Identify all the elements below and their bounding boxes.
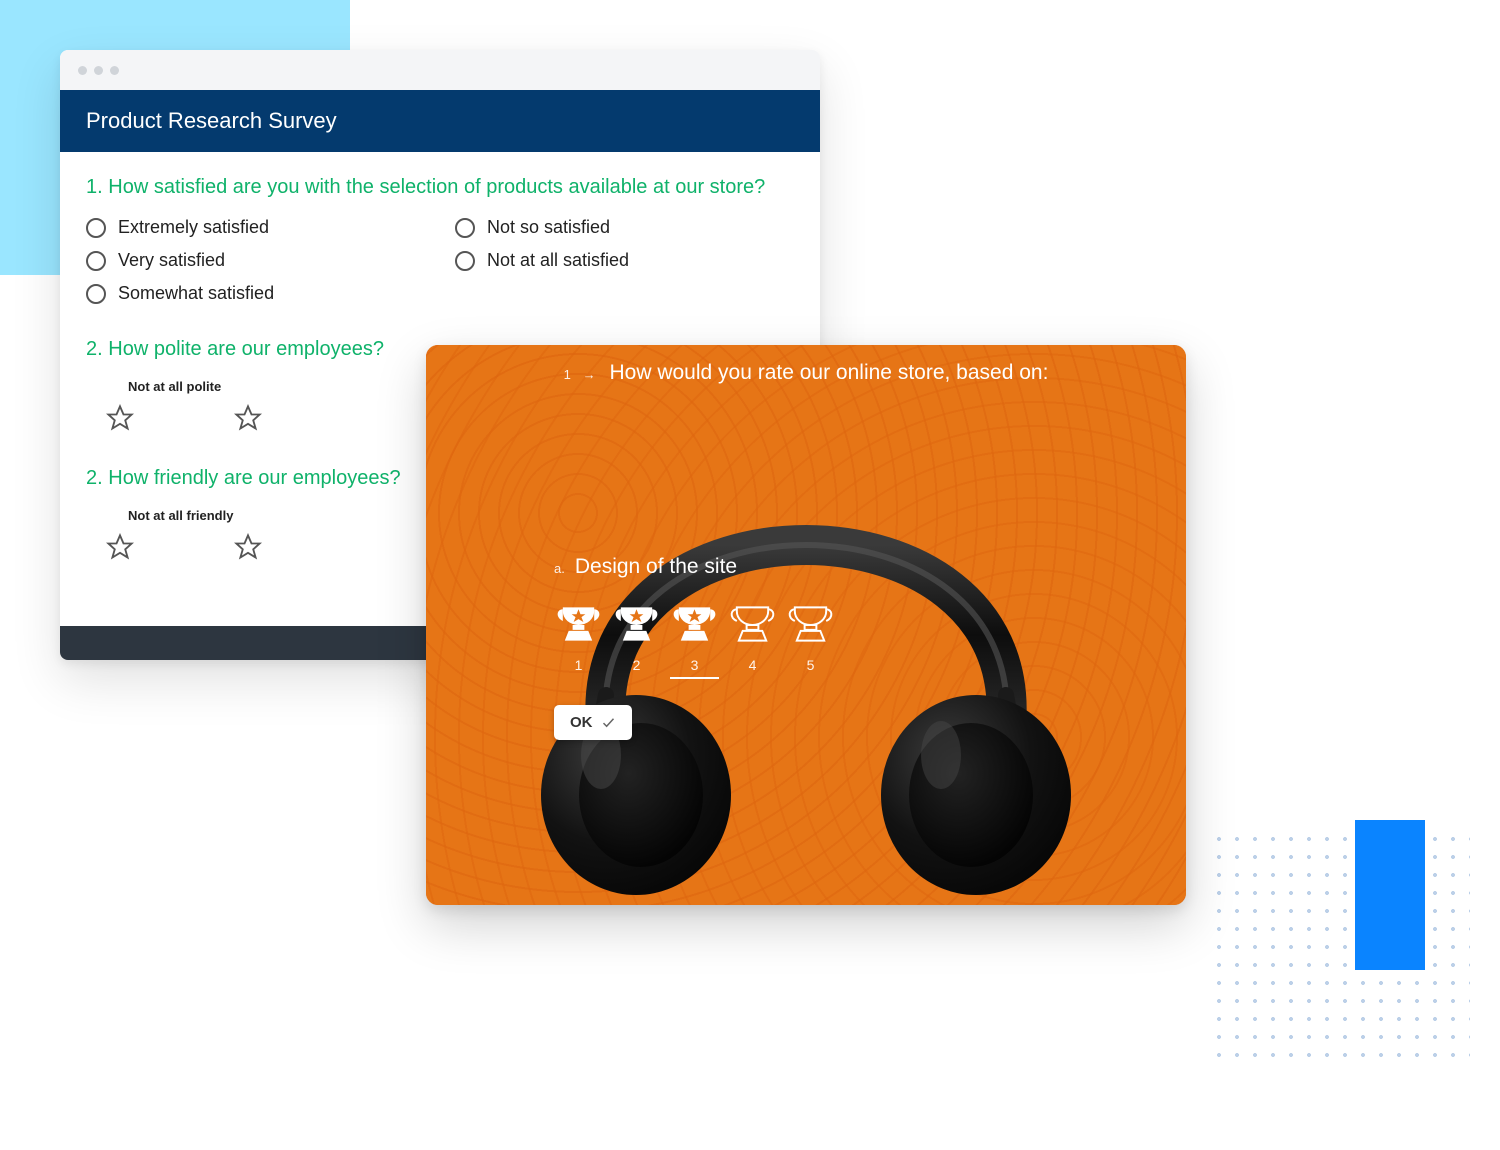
question-number: 1: [564, 367, 571, 382]
trophy-label: 2: [612, 657, 661, 679]
option-label: Extremely satisfied: [118, 217, 269, 238]
star-icon[interactable]: [106, 533, 134, 566]
trophy-label: 1: [554, 657, 603, 679]
typeform-question-header: 1 → How would you rate our online store,…: [426, 345, 1186, 397]
radio-icon: [86, 218, 106, 238]
option-label: Not so satisfied: [487, 217, 610, 238]
window-dot-icon: [94, 66, 103, 75]
trophy-labels-row: 12345: [554, 657, 835, 679]
radio-icon: [455, 251, 475, 271]
arrow-right-icon: →: [583, 367, 596, 382]
trophy-icon[interactable]: [786, 601, 835, 647]
decor-dot-grid: [1210, 830, 1470, 1060]
typeform-card: 1 → How would you rate our online store,…: [426, 345, 1186, 905]
ok-button[interactable]: OK: [554, 705, 632, 740]
star-icon[interactable]: [106, 404, 134, 437]
trophy-label: 4: [728, 657, 777, 679]
radio-option[interactable]: Not so satisfied: [455, 217, 794, 238]
star-icon[interactable]: [234, 404, 262, 437]
radio-option[interactable]: Extremely satisfied: [86, 217, 425, 238]
trophy-label: 5: [786, 657, 835, 679]
window-dot-icon: [110, 66, 119, 75]
option-label: Somewhat satisfied: [118, 283, 274, 304]
radio-option[interactable]: Somewhat satisfied: [86, 283, 425, 304]
trophy-icon[interactable]: [728, 601, 777, 647]
decor-blue-block: [1355, 820, 1425, 970]
trophy-label: 3: [670, 657, 719, 679]
option-label: Not at all satisfied: [487, 250, 629, 271]
survey-title: Product Research Survey: [86, 108, 337, 133]
window-dot-icon: [78, 66, 87, 75]
option-label: Very satisfied: [118, 250, 225, 271]
sub-question: a. Design of the site: [554, 555, 835, 579]
sub-question-letter: a.: [554, 561, 565, 576]
question-1-title: 1. How satisfied are you with the select…: [86, 176, 794, 199]
radio-option[interactable]: Very satisfied: [86, 250, 425, 271]
check-icon: [601, 715, 616, 730]
radio-option[interactable]: Not at all satisfied: [455, 250, 794, 271]
browser-chrome: [60, 50, 820, 90]
trophy-icon[interactable]: [670, 601, 719, 647]
radio-icon: [455, 218, 475, 238]
star-icon[interactable]: [234, 533, 262, 566]
sub-question-text: Design of the site: [575, 555, 737, 579]
trophy-icon[interactable]: [554, 601, 603, 647]
question-text: How would you rate our online store, bas…: [609, 361, 1048, 384]
survey-title-bar: Product Research Survey: [60, 90, 820, 152]
radio-icon: [86, 284, 106, 304]
trophy-icon[interactable]: [612, 601, 661, 647]
radio-icon: [86, 251, 106, 271]
ok-label: OK: [570, 714, 593, 731]
trophy-rating-row: [554, 601, 835, 647]
question-1-options: Extremely satisfied Very satisfied Somew…: [86, 217, 794, 304]
